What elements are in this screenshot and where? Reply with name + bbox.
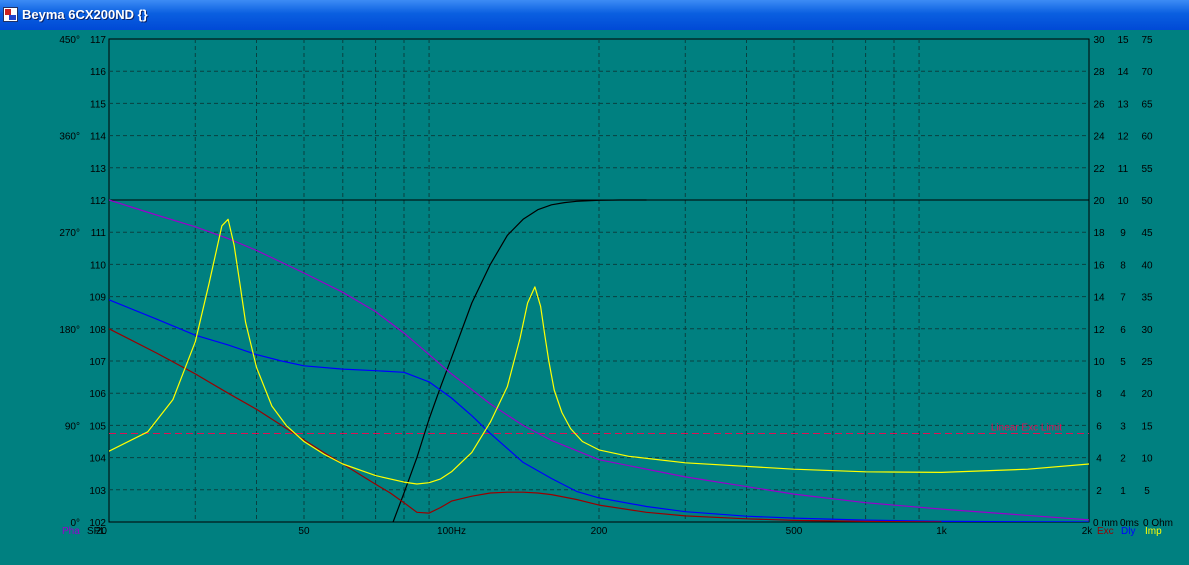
dly-tick-label: 3	[1120, 421, 1126, 432]
dly-tick-label: 9	[1120, 228, 1126, 239]
spl-tick-label: 113	[90, 164, 106, 175]
spl-tick-label: 103	[89, 486, 106, 497]
dly-tick-label: 4	[1120, 389, 1126, 400]
imp-tick-label: 20	[1141, 389, 1153, 400]
app-icon[interactable]	[3, 7, 18, 22]
phase-tick-label: 90°	[65, 421, 80, 432]
exc-tick-label: 30	[1093, 35, 1105, 46]
exc-tick-label: 18	[1093, 228, 1105, 239]
dly-tick-label: 6	[1120, 325, 1126, 336]
spl-tick-label: 106	[89, 389, 106, 400]
imp-tick-label: 75	[1141, 35, 1153, 46]
exc-tick-label: 26	[1093, 99, 1105, 110]
exc-tick-label: 8	[1096, 389, 1102, 400]
window-title: Beyma 6CX200ND {}	[22, 7, 148, 22]
spl-tick-label: 107	[89, 357, 106, 368]
imp-tick-label: 55	[1141, 164, 1153, 175]
imp-tick-label: 45	[1141, 228, 1153, 239]
imp-tick-label: 65	[1141, 99, 1153, 110]
x-tick-label: 50	[298, 526, 310, 537]
spl-tick-label: 112	[90, 196, 106, 207]
exc-tick-label: 22	[1093, 164, 1105, 175]
imp-tick-label: 35	[1141, 293, 1153, 304]
spl-axis-label: SPL	[87, 526, 106, 537]
spl-tick-label: 116	[90, 67, 106, 78]
frequency-response-chart: 1021031041051061071081091101111121131141…	[59, 35, 1173, 537]
plot-area: 102 103 104 105 106 107 108 109 110 111 112 113 114 1…	[0, 30, 1189, 560]
phase-axis-label: Pha	[62, 526, 80, 537]
exc-tick-label: 16	[1093, 260, 1105, 271]
x-tick-label: 2k	[1082, 526, 1094, 537]
exc-tick-label: 12	[1093, 325, 1105, 336]
phase-tick-label: 450°	[59, 35, 80, 46]
dly-tick-label: 5	[1120, 357, 1126, 368]
x-tick-label: 500	[786, 526, 803, 537]
imp-axis-label: Imp	[1145, 526, 1162, 537]
exc-tick-label: 24	[1093, 132, 1105, 143]
imp-tick-label: 25	[1141, 357, 1153, 368]
x-tick-label: 1k	[936, 526, 948, 537]
exc-tick-label: 28	[1093, 67, 1105, 78]
dly-tick-label: 1	[1120, 486, 1126, 497]
exc-tick-label: 20	[1093, 196, 1105, 207]
phase-tick-label: 360°	[59, 132, 80, 143]
imp-tick-label: 70	[1141, 67, 1153, 78]
exc-tick-label: 6	[1096, 421, 1102, 432]
dly-tick-label: 8	[1120, 260, 1126, 271]
spl-tick-label: 117	[90, 35, 106, 46]
imp-tick-label: 5	[1144, 486, 1150, 497]
imp-tick-label: 15	[1141, 421, 1153, 432]
spl-tick-label: 104	[89, 454, 106, 465]
phase-tick-label: 270°	[59, 228, 80, 239]
exc-tick-label: 14	[1093, 293, 1105, 304]
imp-tick-label: 40	[1141, 260, 1153, 271]
phase-tick-label: 180°	[59, 325, 80, 336]
exc-tick-label: 4	[1096, 454, 1102, 465]
spl-tick-label: 115	[90, 99, 106, 110]
imp-tick-label: 30	[1141, 325, 1153, 336]
dly-tick-label: 14	[1117, 67, 1129, 78]
dly-tick-label: 12	[1117, 132, 1129, 143]
exc-axis-label: Exc	[1097, 526, 1114, 537]
x-tick-label: 100Hz	[437, 526, 466, 537]
dly-tick-label: 11	[1118, 164, 1129, 175]
imp-tick-label: 50	[1141, 196, 1153, 207]
spl-tick-label: 110	[90, 260, 106, 271]
dly-tick-label: 7	[1120, 293, 1126, 304]
dly-tick-label: 2	[1120, 454, 1126, 465]
window-titlebar[interactable]: Beyma 6CX200ND {}	[0, 0, 1189, 30]
dly-tick-label: 15	[1117, 35, 1129, 46]
spl-tick-label: 105	[89, 421, 106, 432]
spl-tick-label: 114	[90, 132, 106, 143]
spl-tick-label: 111	[91, 228, 107, 239]
imp-tick-label: 60	[1141, 132, 1153, 143]
imp-tick-label: 10	[1141, 454, 1153, 465]
x-tick-label: 200	[591, 526, 608, 537]
exc-tick-label: 10	[1093, 357, 1105, 368]
spl-tick-label: 109	[89, 293, 106, 304]
dly-axis-label: Dly	[1121, 526, 1135, 537]
dly-tick-label: 13	[1117, 99, 1129, 110]
spl-tick-label: 108	[89, 325, 106, 336]
dly-tick-label: 10	[1117, 196, 1129, 207]
exc-tick-label: 2	[1096, 486, 1102, 497]
linear-exc-limit-label: Linear Exc Limit	[991, 422, 1062, 433]
